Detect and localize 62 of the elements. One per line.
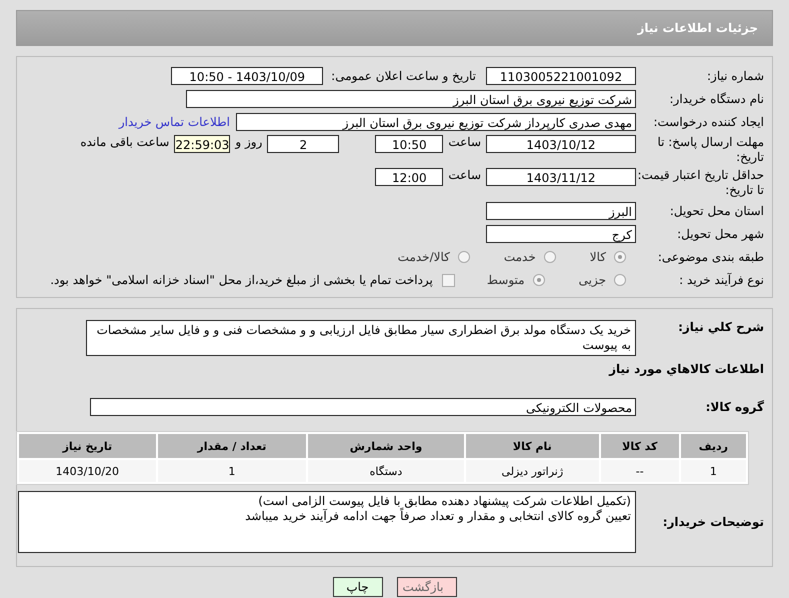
creator-field: مهدی صدری کارپرداز شرکت توزیع نیروی برق استان البرز: [236, 113, 636, 131]
field-label: گروه کالا:: [704, 400, 765, 414]
table-cell: --: [600, 460, 679, 482]
field-label: شرح کلي نياز:: [677, 320, 765, 335]
goods-group-field: محصولات الکترونیکی: [90, 398, 636, 416]
field-label: شماره نیاز:: [706, 68, 765, 84]
field-label: نام دستگاه خریدار:: [668, 92, 765, 106]
remaining-time-field: 22:59:03: [174, 135, 230, 153]
column-header: تاریخ نیاز: [19, 434, 156, 458]
field-label: طبقه بندی موضوعی:: [656, 250, 765, 264]
table-cell: ژنراتور دیزلی: [466, 460, 599, 482]
section-heading: اطلاعات کالاهاي مورد نياز: [609, 362, 765, 376]
column-header: کد کالا: [600, 434, 679, 458]
field-label: شهر محل تحویل:: [676, 226, 765, 242]
deadline-time-field: 10:50: [375, 135, 444, 153]
radio-label: خدمت: [504, 250, 536, 264]
field-label: استان محل تحویل:: [668, 204, 765, 218]
buyer-contact-link[interactable]: اطلاعات تماس خریدار: [118, 115, 230, 129]
validity-time-field: 12:00: [375, 168, 444, 186]
table-cell: 1403/10/20: [19, 460, 156, 482]
column-header: ردیف: [680, 434, 746, 458]
field-label: ساعت باقی مانده: [80, 135, 170, 149]
table-cell: 1: [680, 460, 746, 482]
province-field: البرز: [486, 202, 636, 220]
buyer-field: شرکت توزیع نیروی برق استان البرز: [186, 90, 636, 108]
radio-label: کالا/خدمت: [398, 250, 450, 264]
table-cell: دستگاه: [308, 460, 464, 482]
field-label: ایجاد کننده درخواست:: [652, 114, 765, 130]
checkbox-label: پرداخت تمام یا بخشی از مبلغ خرید،از محل "اسناد خزانه اسلامی" خواهد بود.: [50, 273, 433, 287]
column-header: تعداد / مقدار: [158, 434, 306, 458]
field-label: توضیحات خریدار:: [662, 514, 765, 530]
field-label: مهلت ارسال پاسخ: تا تاریخ:: [656, 135, 765, 165]
need-number-field: 1103005221001092: [486, 67, 636, 85]
checkbox[interactable]: [442, 274, 455, 286]
radio-label: کالا: [590, 250, 606, 264]
print-button[interactable]: چاپ: [332, 577, 382, 597]
validity-date-field: 1403/11/12: [486, 168, 636, 186]
field-label: ساعت: [448, 168, 481, 182]
back-button[interactable]: بازگشت: [396, 577, 456, 597]
radio-label: متوسط: [486, 273, 525, 287]
radio-button[interactable]: [614, 274, 626, 286]
notes-line: تعیین گروه کالای انتخابی و مقدار و تعداد صرفاً جهت ادامه فرآیند خرید میباشد: [244, 509, 631, 524]
radio-button[interactable]: [532, 274, 545, 286]
field-label: روز و: [235, 135, 262, 149]
notes-line: (تکمیل اطلاعات شرکت پیشنهاد دهنده مطابق با فایل پیوست الزامی است): [257, 494, 631, 508]
radio-button[interactable]: [614, 251, 626, 263]
days-field: 2: [267, 135, 340, 153]
radio-button[interactable]: [458, 251, 470, 263]
announce-date-field: 1403/10/09 - 10:50: [171, 67, 324, 85]
radio-label: جزیی: [578, 273, 606, 287]
city-field: کرج: [486, 225, 636, 243]
field-label: حداقل تاریخ اعتبار قیمت: تا تاریخ:: [636, 168, 765, 198]
field-label: تاریخ و ساعت اعلان عمومی:: [331, 69, 476, 83]
column-header: واحد شمارش: [308, 434, 464, 458]
deadline-date-field: 1403/10/12: [486, 135, 636, 153]
field-label: نوع فرآیند خرید :: [678, 272, 765, 288]
radio-button[interactable]: [544, 251, 556, 263]
field-label: ساعت: [448, 135, 481, 149]
description-field: خرید یک دستگاه مولد برق اضطراری سیار مطابق فایل ارزیابی و و مشخصات فنی و و فایل سایر مشخصات به پیوست: [86, 320, 636, 356]
page-title: جزئیات اطلاعات نیاز: [637, 21, 758, 35]
table-cell: 1: [158, 460, 306, 482]
column-header: نام کالا: [466, 434, 599, 458]
